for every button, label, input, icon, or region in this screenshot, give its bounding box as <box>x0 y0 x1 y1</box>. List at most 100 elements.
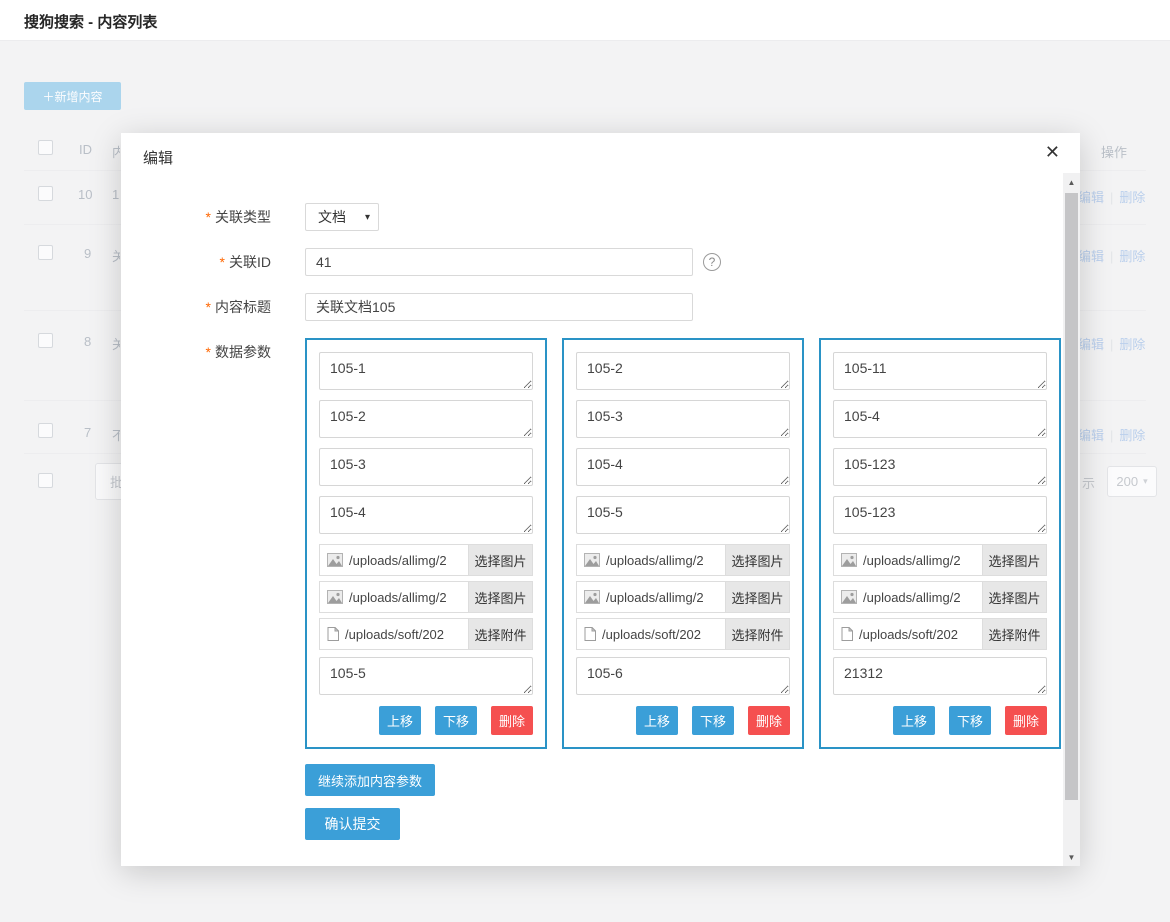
edit-dialog: 编辑 ✕ *关联类型 文档 ▾ *关联ID ? *内容标题 *数据参数 <box>121 133 1080 866</box>
column-header-id: ID <box>79 142 92 157</box>
move-down-button[interactable]: 下移 <box>692 706 734 735</box>
relation-id-input[interactable] <box>305 248 693 276</box>
field-label-data-params: *数据参数 <box>161 338 271 366</box>
move-down-button[interactable]: 下移 <box>949 706 991 735</box>
row-checkbox[interactable] <box>38 186 53 201</box>
row-actions: 编辑|删除 <box>1078 246 1145 265</box>
submit-button[interactable]: 确认提交 <box>305 808 400 840</box>
param-textarea[interactable]: 105-5 <box>576 496 790 534</box>
file-path: /uploads/soft/202 <box>859 627 982 642</box>
dialog-title: 编辑 <box>143 150 173 167</box>
edit-link[interactable]: 编辑 <box>1078 190 1104 205</box>
move-down-button[interactable]: 下移 <box>435 706 477 735</box>
image-upload-row: /uploads/allimg/2 选择图片 <box>833 581 1047 613</box>
file-path: /uploads/soft/202 <box>602 627 725 642</box>
image-icon <box>841 553 857 567</box>
scroll-up-icon[interactable]: ▲ <box>1063 175 1080 189</box>
move-up-button[interactable]: 上移 <box>636 706 678 735</box>
param-textarea[interactable]: 105-1 <box>319 352 533 390</box>
row-id: 10 <box>78 187 92 202</box>
param-textarea[interactable]: 105-3 <box>576 400 790 438</box>
image-icon <box>841 590 857 604</box>
delete-link[interactable]: 删除 <box>1119 428 1145 443</box>
param-textarea[interactable]: 21312 <box>833 657 1047 695</box>
image-upload-row: /uploads/allimg/2 选择图片 <box>576 544 790 576</box>
row-checkbox[interactable] <box>38 333 53 348</box>
file-path: /uploads/allimg/2 <box>606 590 725 605</box>
add-content-button[interactable]: ＋新增内容 <box>24 82 121 110</box>
row-checkbox[interactable] <box>38 423 53 438</box>
data-params-panel-2: 105-2 105-3 105-4 105-5 /uploads/allimg/… <box>562 338 804 749</box>
edit-link[interactable]: 编辑 <box>1078 249 1104 264</box>
delete-link[interactable]: 删除 <box>1119 190 1145 205</box>
choose-image-button[interactable]: 选择图片 <box>468 581 532 613</box>
add-more-params-button[interactable]: 继续添加内容参数 <box>305 764 435 796</box>
field-label-content-title: *内容标题 <box>161 293 271 321</box>
delete-panel-button[interactable]: 删除 <box>1005 706 1047 735</box>
modal-scrollbar[interactable]: ▲ ▼ <box>1063 173 1080 866</box>
page-header: 搜狗搜索 - 内容列表 <box>0 0 1170 41</box>
file-path: /uploads/allimg/2 <box>606 553 725 568</box>
image-upload-row: /uploads/allimg/2 选择图片 <box>576 581 790 613</box>
attachment-upload-row: /uploads/soft/202 选择附件 <box>833 618 1047 650</box>
param-textarea[interactable]: 105-2 <box>576 352 790 390</box>
move-up-button[interactable]: 上移 <box>893 706 935 735</box>
delete-link[interactable]: 删除 <box>1119 249 1145 264</box>
page-size-select[interactable]: 200 ▾ <box>1107 466 1157 497</box>
column-header-actions: 操作 <box>1101 142 1127 161</box>
data-params-panel-1: 105-1 105-2 105-3 105-4 /uploads/allimg/… <box>305 338 547 749</box>
param-textarea[interactable]: 105-11 <box>833 352 1047 390</box>
file-icon <box>584 627 596 641</box>
param-textarea[interactable]: 105-4 <box>319 496 533 534</box>
move-up-button[interactable]: 上移 <box>379 706 421 735</box>
edit-link[interactable]: 编辑 <box>1078 337 1104 352</box>
row-id: 7 <box>84 425 91 440</box>
image-upload-row: /uploads/allimg/2 选择图片 <box>319 544 533 576</box>
close-icon[interactable]: ✕ <box>1045 143 1060 161</box>
attachment-upload-row: /uploads/soft/202 选择附件 <box>319 618 533 650</box>
delete-link[interactable]: 删除 <box>1119 337 1145 352</box>
param-textarea[interactable]: 105-6 <box>576 657 790 695</box>
file-path: /uploads/soft/202 <box>345 627 468 642</box>
param-textarea[interactable]: 105-5 <box>319 657 533 695</box>
choose-attachment-button[interactable]: 选择附件 <box>468 618 532 650</box>
edit-form: *关联类型 文档 ▾ *关联ID ? *内容标题 *数据参数 105-1 105… <box>121 168 1080 840</box>
choose-attachment-button[interactable]: 选择附件 <box>982 618 1046 650</box>
choose-image-button[interactable]: 选择图片 <box>468 544 532 576</box>
choose-image-button[interactable]: 选择图片 <box>725 544 789 576</box>
choose-image-button[interactable]: 选择图片 <box>982 544 1046 576</box>
param-textarea[interactable]: 105-3 <box>319 448 533 486</box>
edit-link[interactable]: 编辑 <box>1078 428 1104 443</box>
image-icon <box>584 553 600 567</box>
choose-attachment-button[interactable]: 选择附件 <box>725 618 789 650</box>
row-actions: 编辑|删除 <box>1078 425 1145 444</box>
row-title-fragment: 不 <box>112 425 120 444</box>
relation-type-select[interactable]: 文档 ▾ <box>305 203 379 231</box>
scroll-down-icon[interactable]: ▼ <box>1063 850 1080 864</box>
content-title-input[interactable] <box>305 293 693 321</box>
param-textarea[interactable]: 105-4 <box>833 400 1047 438</box>
select-all-checkbox[interactable] <box>38 140 53 155</box>
row-title-fragment: 关 <box>112 334 120 353</box>
field-label-type: *关联类型 <box>161 203 271 231</box>
row-id: 9 <box>84 246 91 261</box>
batch-select-checkbox[interactable] <box>38 473 53 488</box>
choose-image-button[interactable]: 选择图片 <box>725 581 789 613</box>
file-icon <box>841 627 853 641</box>
param-textarea[interactable]: 105-123 <box>833 496 1047 534</box>
help-icon[interactable]: ? <box>703 253 721 271</box>
chevron-down-icon: ▾ <box>1143 476 1148 487</box>
page-size-label-fragment: 示 <box>1082 473 1095 492</box>
param-textarea[interactable]: 105-2 <box>319 400 533 438</box>
param-textarea[interactable]: 105-123 <box>833 448 1047 486</box>
row-title-fragment: 1 <box>112 187 120 202</box>
file-icon <box>327 627 339 641</box>
data-params-panel-3: 105-11 105-4 105-123 105-123 /uploads/al… <box>819 338 1061 749</box>
row-checkbox[interactable] <box>38 245 53 260</box>
image-upload-row: /uploads/allimg/2 选择图片 <box>319 581 533 613</box>
scrollbar-thumb[interactable] <box>1065 193 1078 800</box>
delete-panel-button[interactable]: 删除 <box>491 706 533 735</box>
delete-panel-button[interactable]: 删除 <box>748 706 790 735</box>
param-textarea[interactable]: 105-4 <box>576 448 790 486</box>
choose-image-button[interactable]: 选择图片 <box>982 581 1046 613</box>
